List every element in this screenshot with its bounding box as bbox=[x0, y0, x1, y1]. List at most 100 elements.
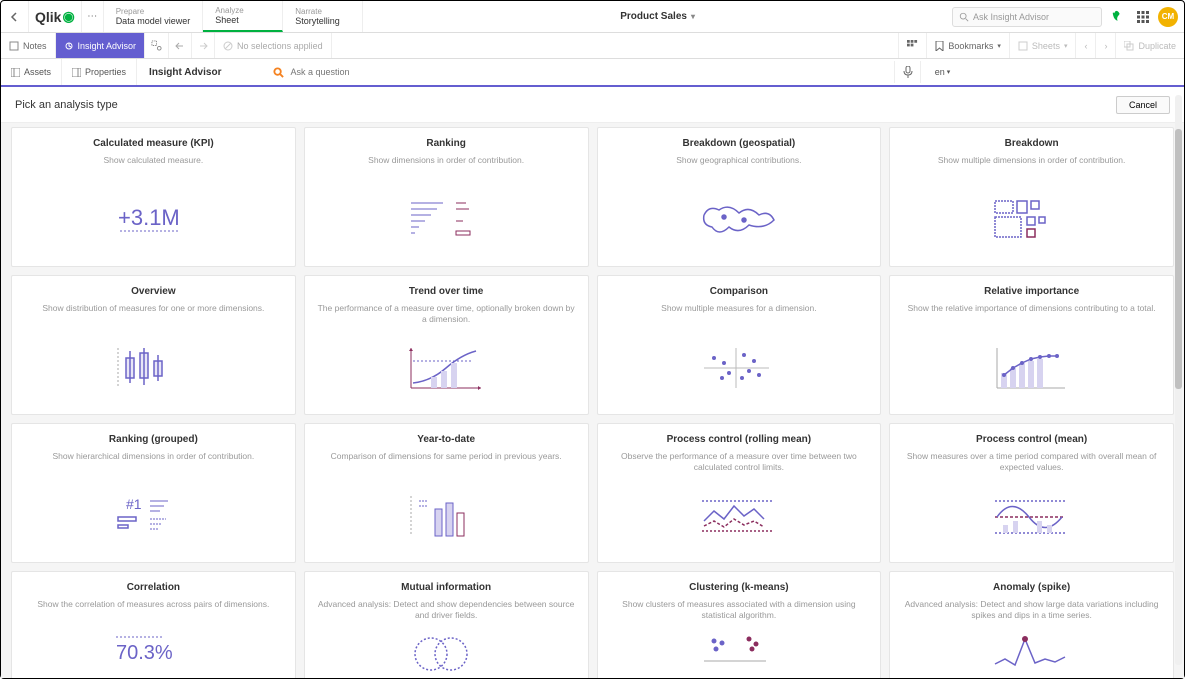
language-dropdown[interactable]: en ▾ bbox=[920, 61, 964, 83]
card-description: Advanced analysis: Detect and show large… bbox=[902, 599, 1161, 621]
global-search[interactable]: Ask Insight Advisor bbox=[952, 7, 1102, 27]
back-button[interactable] bbox=[1, 1, 29, 32]
card-description: Show the correlation of measures across … bbox=[24, 599, 283, 621]
svg-text:#1: #1 bbox=[126, 496, 142, 512]
app-title-label: Product Sales bbox=[620, 11, 687, 22]
smart-select-button[interactable] bbox=[145, 33, 169, 58]
clear-selections-button[interactable]: No selections applied bbox=[215, 33, 332, 58]
analysis-card[interactable]: Relative importanceShow the relative imp… bbox=[889, 275, 1174, 415]
card-preview-icon bbox=[317, 329, 576, 406]
card-description: Show geographical contributions. bbox=[610, 155, 869, 177]
card-title: Calculated measure (KPI) bbox=[24, 138, 283, 149]
analysis-card[interactable]: Calculated measure (KPI) Show calculated … bbox=[11, 127, 296, 267]
analysis-card[interactable]: Year-to-dateComparison of dimensions for… bbox=[304, 423, 589, 563]
step-forward-button[interactable] bbox=[192, 33, 215, 58]
analysis-card[interactable]: Process control (mean)Show measures over… bbox=[889, 423, 1174, 563]
nav-tab-prepare[interactable]: Prepare Data model viewer bbox=[104, 1, 204, 32]
card-description: Show distribution of measures for one or… bbox=[24, 303, 283, 325]
card-title: Year-to-date bbox=[317, 434, 576, 445]
analysis-card[interactable]: Process control (rolling mean) Observe th… bbox=[597, 423, 882, 563]
insight-advisor-button[interactable]: Insight Advisor bbox=[56, 33, 146, 58]
card-preview-icon: 70.3% bbox=[24, 625, 283, 678]
notifications-icon[interactable] bbox=[1106, 6, 1128, 28]
step-back-button[interactable] bbox=[169, 33, 192, 58]
card-title: Ranking (grouped) bbox=[24, 434, 283, 445]
selections-tool-button[interactable] bbox=[898, 33, 926, 58]
more-menu-button[interactable]: ⋯ bbox=[82, 1, 104, 32]
hub-grid-icon[interactable] bbox=[1132, 6, 1154, 28]
card-description: The performance of a measure over time, … bbox=[317, 303, 576, 325]
card-title: Anomaly (spike) bbox=[902, 582, 1161, 593]
analysis-grid-scroll[interactable]: Calculated measure (KPI) Show calculated … bbox=[1, 123, 1184, 678]
card-description: Show multiple dimensions in order of con… bbox=[902, 155, 1161, 177]
ask-question-input[interactable] bbox=[290, 67, 894, 77]
next-sheet-button[interactable]: › bbox=[1095, 33, 1115, 58]
svg-text:70.3%: 70.3% bbox=[116, 642, 173, 664]
card-preview-icon: +3.1M bbox=[24, 181, 283, 258]
card-title: Trend over time bbox=[317, 286, 576, 297]
assets-toggle[interactable]: Assets bbox=[1, 59, 62, 85]
card-description: Advanced analysis: Detect and show depen… bbox=[317, 599, 576, 621]
card-description: Observe the performance of a measure ove… bbox=[610, 451, 869, 473]
card-description: Show the relative importance of dimensio… bbox=[902, 303, 1161, 325]
chevron-down-icon: ▾ bbox=[997, 42, 1001, 50]
card-description: Show calculated measure. bbox=[24, 155, 283, 177]
card-title: Comparison bbox=[610, 286, 869, 297]
bookmarks-button[interactable]: Bookmarks ▾ bbox=[926, 33, 1009, 58]
chevron-down-icon: ▾ bbox=[947, 68, 951, 76]
card-preview-icon bbox=[902, 477, 1161, 554]
card-title: Correlation bbox=[24, 582, 283, 593]
svg-text:+3.1M: +3.1M bbox=[118, 205, 180, 230]
analysis-card[interactable]: Trend over time The performance of a meas… bbox=[304, 275, 589, 415]
card-title: Breakdown bbox=[902, 138, 1161, 149]
card-title: Process control (mean) bbox=[902, 434, 1161, 445]
prev-sheet-button[interactable]: ‹ bbox=[1075, 33, 1095, 58]
card-preview-icon bbox=[317, 181, 576, 258]
analysis-card[interactable]: Breakdown (geospatial) Show geographical … bbox=[597, 127, 882, 267]
analysis-card[interactable]: Ranking (grouped) Show hierarchical dimen… bbox=[11, 423, 296, 563]
logo-mark-icon: ◉ bbox=[62, 8, 74, 25]
nav-tab-analyze[interactable]: Analyze Sheet bbox=[203, 1, 283, 32]
header-right: Ask Insight Advisor CM bbox=[952, 1, 1184, 32]
duplicate-button[interactable]: Duplicate bbox=[1115, 33, 1184, 58]
card-preview-icon bbox=[317, 625, 576, 678]
app-title-dropdown[interactable]: Product Sales ▾ bbox=[363, 1, 952, 32]
card-title: Overview bbox=[24, 286, 283, 297]
scrollbar-thumb[interactable] bbox=[1175, 129, 1182, 389]
content-header: Pick an analysis type Cancel bbox=[1, 87, 1184, 123]
analysis-card[interactable]: Ranking Show dimensions in order of contr… bbox=[304, 127, 589, 267]
card-preview-icon bbox=[610, 625, 869, 678]
card-preview-icon bbox=[902, 181, 1161, 258]
card-title: Process control (rolling mean) bbox=[610, 434, 869, 445]
logo-text: Qlik bbox=[35, 9, 61, 25]
voice-input-button[interactable] bbox=[894, 61, 920, 83]
chevron-down-icon: ▾ bbox=[691, 12, 695, 21]
properties-toggle[interactable]: Properties bbox=[62, 59, 137, 85]
analysis-card[interactable]: Breakdown Show multiple dimensions in ord… bbox=[889, 127, 1174, 267]
page-heading: Pick an analysis type bbox=[15, 99, 118, 111]
logo: Qlik◉ bbox=[29, 1, 82, 32]
card-description: Show hierarchical dimensions in order of… bbox=[24, 451, 283, 473]
card-title: Ranking bbox=[317, 138, 576, 149]
user-avatar[interactable]: CM bbox=[1158, 7, 1178, 27]
insight-toolbar: Assets Properties Insight Advisor en ▾ bbox=[1, 59, 1184, 87]
card-description: Show dimensions in order of contribution… bbox=[317, 155, 576, 177]
edit-toolbar: Notes Insight Advisor No selections appl… bbox=[1, 33, 1184, 59]
analysis-card[interactable]: Clustering (k-means)Show clusters of mea… bbox=[597, 571, 882, 678]
ask-question-search[interactable] bbox=[273, 61, 894, 83]
card-preview-icon bbox=[902, 329, 1161, 406]
cancel-button[interactable]: Cancel bbox=[1116, 96, 1170, 114]
analysis-card[interactable]: Anomaly (spike) Advanced analysis: Detect… bbox=[889, 571, 1174, 678]
nav-tab-narrate[interactable]: Narrate Storytelling bbox=[283, 1, 363, 32]
analysis-card[interactable]: Correlation Show the correlation of measu… bbox=[11, 571, 296, 678]
sheets-button[interactable]: Sheets ▾ bbox=[1009, 33, 1076, 58]
card-title: Breakdown (geospatial) bbox=[610, 138, 869, 149]
analysis-card[interactable]: ComparisonShow multiple measures for a d… bbox=[597, 275, 882, 415]
search-icon bbox=[273, 67, 284, 78]
card-preview-icon bbox=[610, 477, 869, 554]
notes-button[interactable]: Notes bbox=[1, 33, 56, 58]
analysis-card[interactable]: Mutual informationAdvanced analysis: Det… bbox=[304, 571, 589, 678]
card-preview-icon: #1 bbox=[24, 477, 283, 554]
analysis-card[interactable]: Overview Show distribution of measures fo… bbox=[11, 275, 296, 415]
card-preview-icon bbox=[610, 181, 869, 258]
